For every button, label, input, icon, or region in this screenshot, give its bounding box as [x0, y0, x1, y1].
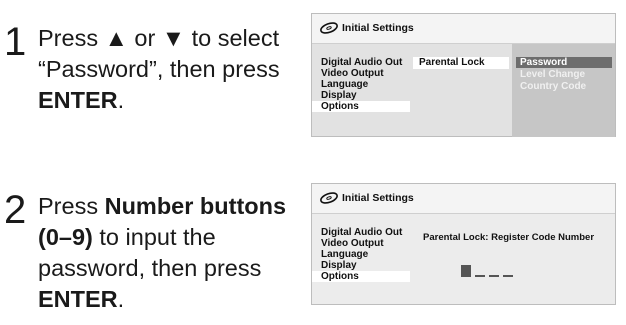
- code-digit-1: [461, 265, 471, 277]
- screen-header: Initial Settings: [312, 184, 615, 214]
- menu-item-language[interactable]: Language: [312, 79, 410, 90]
- submenu-item-parental-lock[interactable]: Parental Lock: [413, 57, 509, 69]
- option-country-code[interactable]: Country Code: [516, 81, 612, 92]
- disc-icon: [320, 192, 338, 204]
- instruction-text: .: [117, 286, 125, 312]
- enter-key-label: ENTER: [38, 87, 118, 113]
- menu-item-digital-audio-out[interactable]: Digital Audio Out: [312, 227, 410, 238]
- settings-screen-register-code: Initial Settings Digital Audio Out Video…: [311, 183, 616, 305]
- code-digit-3: [489, 265, 499, 277]
- submenu-panel: Parental Lock: [413, 44, 511, 137]
- menu-item-digital-audio-out[interactable]: Digital Audio Out: [312, 57, 410, 68]
- settings-screen-password: Initial Settings Digital Audio Out Video…: [311, 13, 616, 137]
- screen-title: Initial Settings: [342, 192, 414, 204]
- menu-item-video-output[interactable]: Video Output: [312, 68, 410, 79]
- register-code-label: Parental Lock: Register Code Number: [423, 232, 595, 243]
- option-level-change[interactable]: Level Change: [516, 69, 612, 80]
- menu-item-language[interactable]: Language: [312, 249, 410, 260]
- step-1: 1 Press ▲ or ▼ to select “Password”, the…: [0, 22, 300, 142]
- code-digit-4: [503, 265, 513, 277]
- option-password[interactable]: Password: [516, 57, 612, 68]
- instruction-text: Press ▲ or ▼ to select “Password”, then …: [38, 25, 280, 82]
- code-digit-2: [475, 265, 485, 277]
- menu-item-display[interactable]: Display: [312, 260, 410, 271]
- step-number: 1: [4, 20, 27, 64]
- options-panel: Password Level Change Country Code: [512, 44, 615, 137]
- disc-icon: [320, 22, 338, 34]
- menu-item-options[interactable]: Options: [312, 271, 410, 282]
- step-number: 2: [4, 188, 27, 232]
- screen-header: Initial Settings: [312, 14, 615, 44]
- step-instruction: Press Number buttons (0–9) to input the …: [38, 191, 308, 315]
- instruction-text: .: [117, 87, 125, 113]
- enter-key-label: ENTER: [38, 286, 118, 312]
- menu-item-video-output[interactable]: Video Output: [312, 238, 410, 249]
- menu-item-options[interactable]: Options: [312, 101, 410, 112]
- step-2: 2 Press Number buttons (0–9) to input th…: [0, 190, 300, 320]
- screen-title: Initial Settings: [342, 22, 414, 34]
- instruction-text: Press: [38, 193, 105, 219]
- step-instruction: Press ▲ or ▼ to select “Password”, then …: [38, 23, 308, 116]
- menu-item-display[interactable]: Display: [312, 90, 410, 101]
